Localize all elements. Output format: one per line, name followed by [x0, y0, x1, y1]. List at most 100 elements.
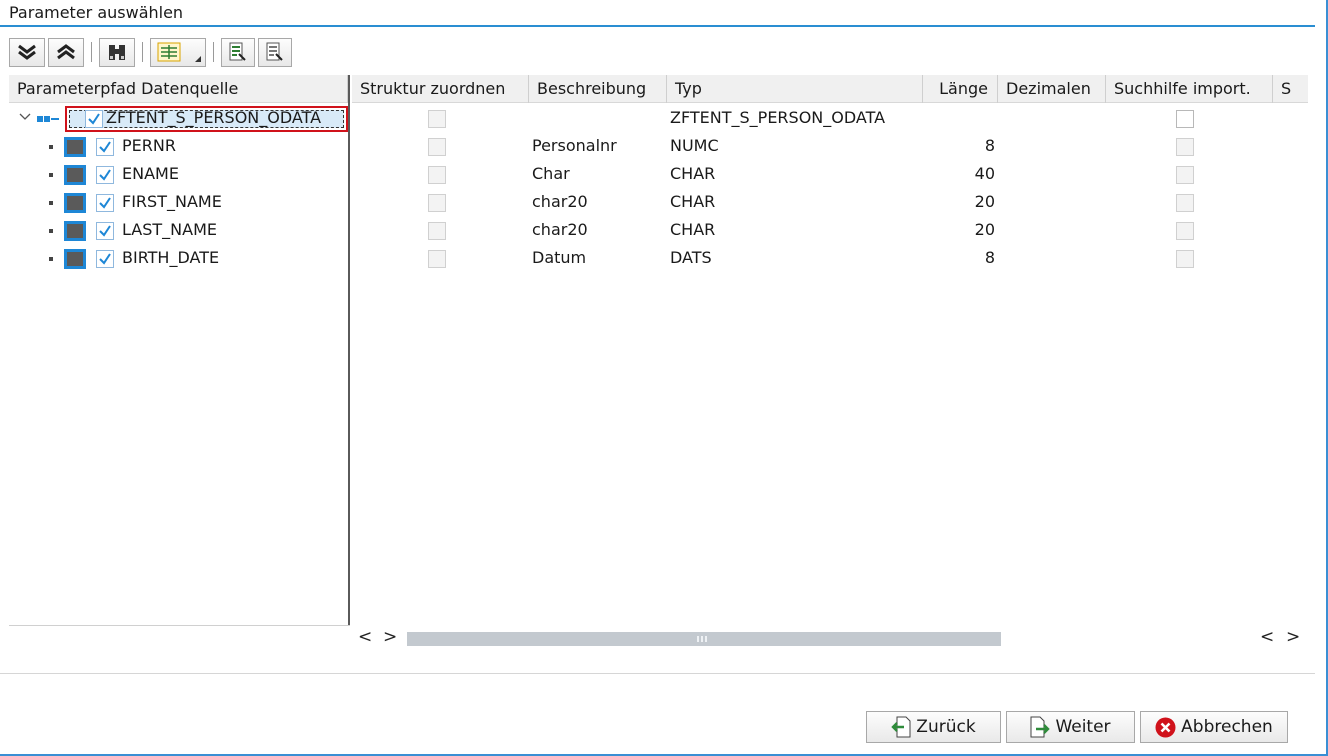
find-icon — [109, 45, 125, 60]
tree-bullet-icon — [49, 173, 53, 177]
cell-beschreibung: Personalnr — [532, 136, 617, 155]
collapse-all-icon — [57, 44, 75, 60]
struktur-checkbox[interactable] — [428, 110, 446, 128]
scroll-left-icon[interactable]: < — [1260, 627, 1274, 647]
suchhilfe-checkbox[interactable] — [1176, 250, 1194, 268]
struktur-checkbox[interactable] — [428, 194, 446, 212]
field-icon — [64, 221, 86, 241]
chevron-down-icon[interactable] — [19, 111, 31, 123]
column-header-parameterpfad[interactable]: Parameterpfad Datenquelle — [9, 74, 348, 103]
table-row[interactable]: char20 CHAR 20 — [352, 189, 1308, 217]
checkmark-icon — [99, 141, 111, 153]
back-icon — [891, 716, 911, 738]
column-header-suchhilfe[interactable]: Suchhilfe import. — [1106, 74, 1273, 103]
scroll-right-icon[interactable]: > — [1286, 627, 1300, 647]
field-checkbox[interactable] — [96, 138, 114, 156]
cancel-button[interactable]: Abbrechen — [1140, 711, 1288, 743]
tree-node-field[interactable]: BIRTH_DATE — [9, 245, 348, 273]
scrollbar-thumb[interactable] — [407, 632, 1001, 646]
cell-beschreibung: char20 — [532, 192, 588, 211]
column-header-struktur[interactable]: Struktur zuordnen — [352, 74, 529, 103]
suchhilfe-checkbox[interactable] — [1176, 194, 1194, 212]
table-row[interactable]: Char CHAR 40 — [352, 161, 1308, 189]
toolbar — [9, 37, 295, 67]
tree-pane: Parameterpfad Datenquelle ZFTENT_S_PERSO… — [9, 74, 350, 625]
tree-node-field[interactable]: FIRST_NAME — [9, 189, 348, 217]
cell-typ: NUMC — [670, 136, 719, 155]
table-row[interactable]: Datum DATS 8 — [352, 245, 1308, 273]
scroll-right-icon[interactable]: > — [383, 627, 397, 647]
cell-typ: CHAR — [670, 192, 716, 211]
grid-rows: ZFTENT_S_PERSON_ODATA Personalnr NUMC 8 Char… — [352, 105, 1308, 273]
back-label: Zurück — [916, 717, 976, 737]
column-header-typ[interactable]: Typ — [667, 74, 923, 103]
cell-laenge: 8 — [984, 248, 995, 267]
layout-button[interactable] — [150, 37, 206, 67]
cell-typ: ZFTENT_S_PERSON_ODATA — [670, 108, 886, 127]
checkmark-icon — [99, 253, 111, 265]
suchhilfe-checkbox[interactable] — [1176, 222, 1194, 240]
tree-node-label: PERNR — [122, 136, 176, 155]
find-button[interactable] — [99, 37, 135, 67]
scroll-left-icon[interactable]: < — [358, 627, 372, 647]
horizontal-scrollbar[interactable]: < > < > — [352, 627, 1307, 651]
column-header-laenge[interactable]: Länge — [923, 74, 998, 103]
cell-laenge: 20 — [974, 192, 995, 211]
cell-laenge: 8 — [984, 136, 995, 155]
expand-all-button[interactable] — [9, 37, 45, 67]
table-row[interactable]: Personalnr NUMC 8 — [352, 133, 1308, 161]
tree-node-root[interactable]: ZFTENT_S_PERSON_ODATA — [9, 105, 348, 133]
select-all-button[interactable] — [221, 37, 255, 67]
suchhilfe-checkbox[interactable] — [1176, 166, 1194, 184]
table-row[interactable]: ZFTENT_S_PERSON_ODATA — [352, 105, 1308, 133]
field-checkbox[interactable] — [96, 166, 114, 184]
field-icon — [64, 165, 86, 185]
field-icon — [64, 249, 86, 269]
layout-icon — [157, 42, 181, 62]
checkmark-icon — [99, 197, 111, 209]
toolbar-separator — [142, 42, 143, 62]
struktur-checkbox[interactable] — [428, 138, 446, 156]
column-header-s[interactable]: S — [1273, 75, 1308, 103]
field-checkbox[interactable] — [96, 194, 114, 212]
checkmark-icon — [99, 225, 111, 237]
dropdown-arrow-icon — [195, 55, 201, 62]
deselect-all-button[interactable] — [258, 37, 292, 67]
cell-beschreibung: Char — [532, 164, 570, 183]
tree-column-header: Parameterpfad Datenquelle — [9, 74, 348, 103]
grid-column-header: Struktur zuordnen Beschreibung Typ Länge… — [352, 74, 1308, 103]
tree-node-field[interactable]: ENAME — [9, 161, 348, 189]
table-row[interactable]: char20 CHAR 20 — [352, 217, 1308, 245]
column-header-dezimalen[interactable]: Dezimalen — [998, 74, 1106, 103]
field-checkbox[interactable] — [96, 222, 114, 240]
dialog-title: Parameter auswählen — [9, 3, 184, 22]
collapse-all-button[interactable] — [48, 37, 84, 67]
suchhilfe-checkbox[interactable] — [1176, 110, 1194, 128]
tree-node-label: FIRST_NAME — [122, 192, 222, 211]
root-checkbox[interactable] — [85, 110, 103, 128]
next-button[interactable]: Weiter — [1006, 711, 1135, 743]
checkmark-icon — [88, 113, 100, 125]
tree-node-field[interactable]: PERNR — [9, 133, 348, 161]
struktur-checkbox[interactable] — [428, 250, 446, 268]
back-button[interactable]: Zurück — [866, 711, 1001, 743]
tree-bullet-icon — [49, 145, 53, 149]
toolbar-separator — [213, 42, 214, 62]
deselect-all-icon — [266, 42, 283, 61]
cell-laenge: 40 — [974, 164, 995, 183]
next-label: Weiter — [1055, 717, 1111, 737]
tree-bullet-icon — [49, 229, 53, 233]
cell-typ: CHAR — [670, 220, 716, 239]
tree-bottom-border — [9, 625, 350, 626]
cell-beschreibung: char20 — [532, 220, 588, 239]
tree-node-label: ENAME — [122, 164, 179, 183]
struktur-checkbox[interactable] — [428, 222, 446, 240]
checkmark-icon — [99, 169, 111, 181]
data-grid: Struktur zuordnen Beschreibung Typ Länge… — [352, 74, 1308, 625]
struktur-checkbox[interactable] — [428, 166, 446, 184]
column-header-beschreibung[interactable]: Beschreibung — [529, 74, 667, 103]
cell-beschreibung: Datum — [532, 248, 587, 267]
suchhilfe-checkbox[interactable] — [1176, 138, 1194, 156]
tree-node-field[interactable]: LAST_NAME — [9, 217, 348, 245]
field-checkbox[interactable] — [96, 250, 114, 268]
